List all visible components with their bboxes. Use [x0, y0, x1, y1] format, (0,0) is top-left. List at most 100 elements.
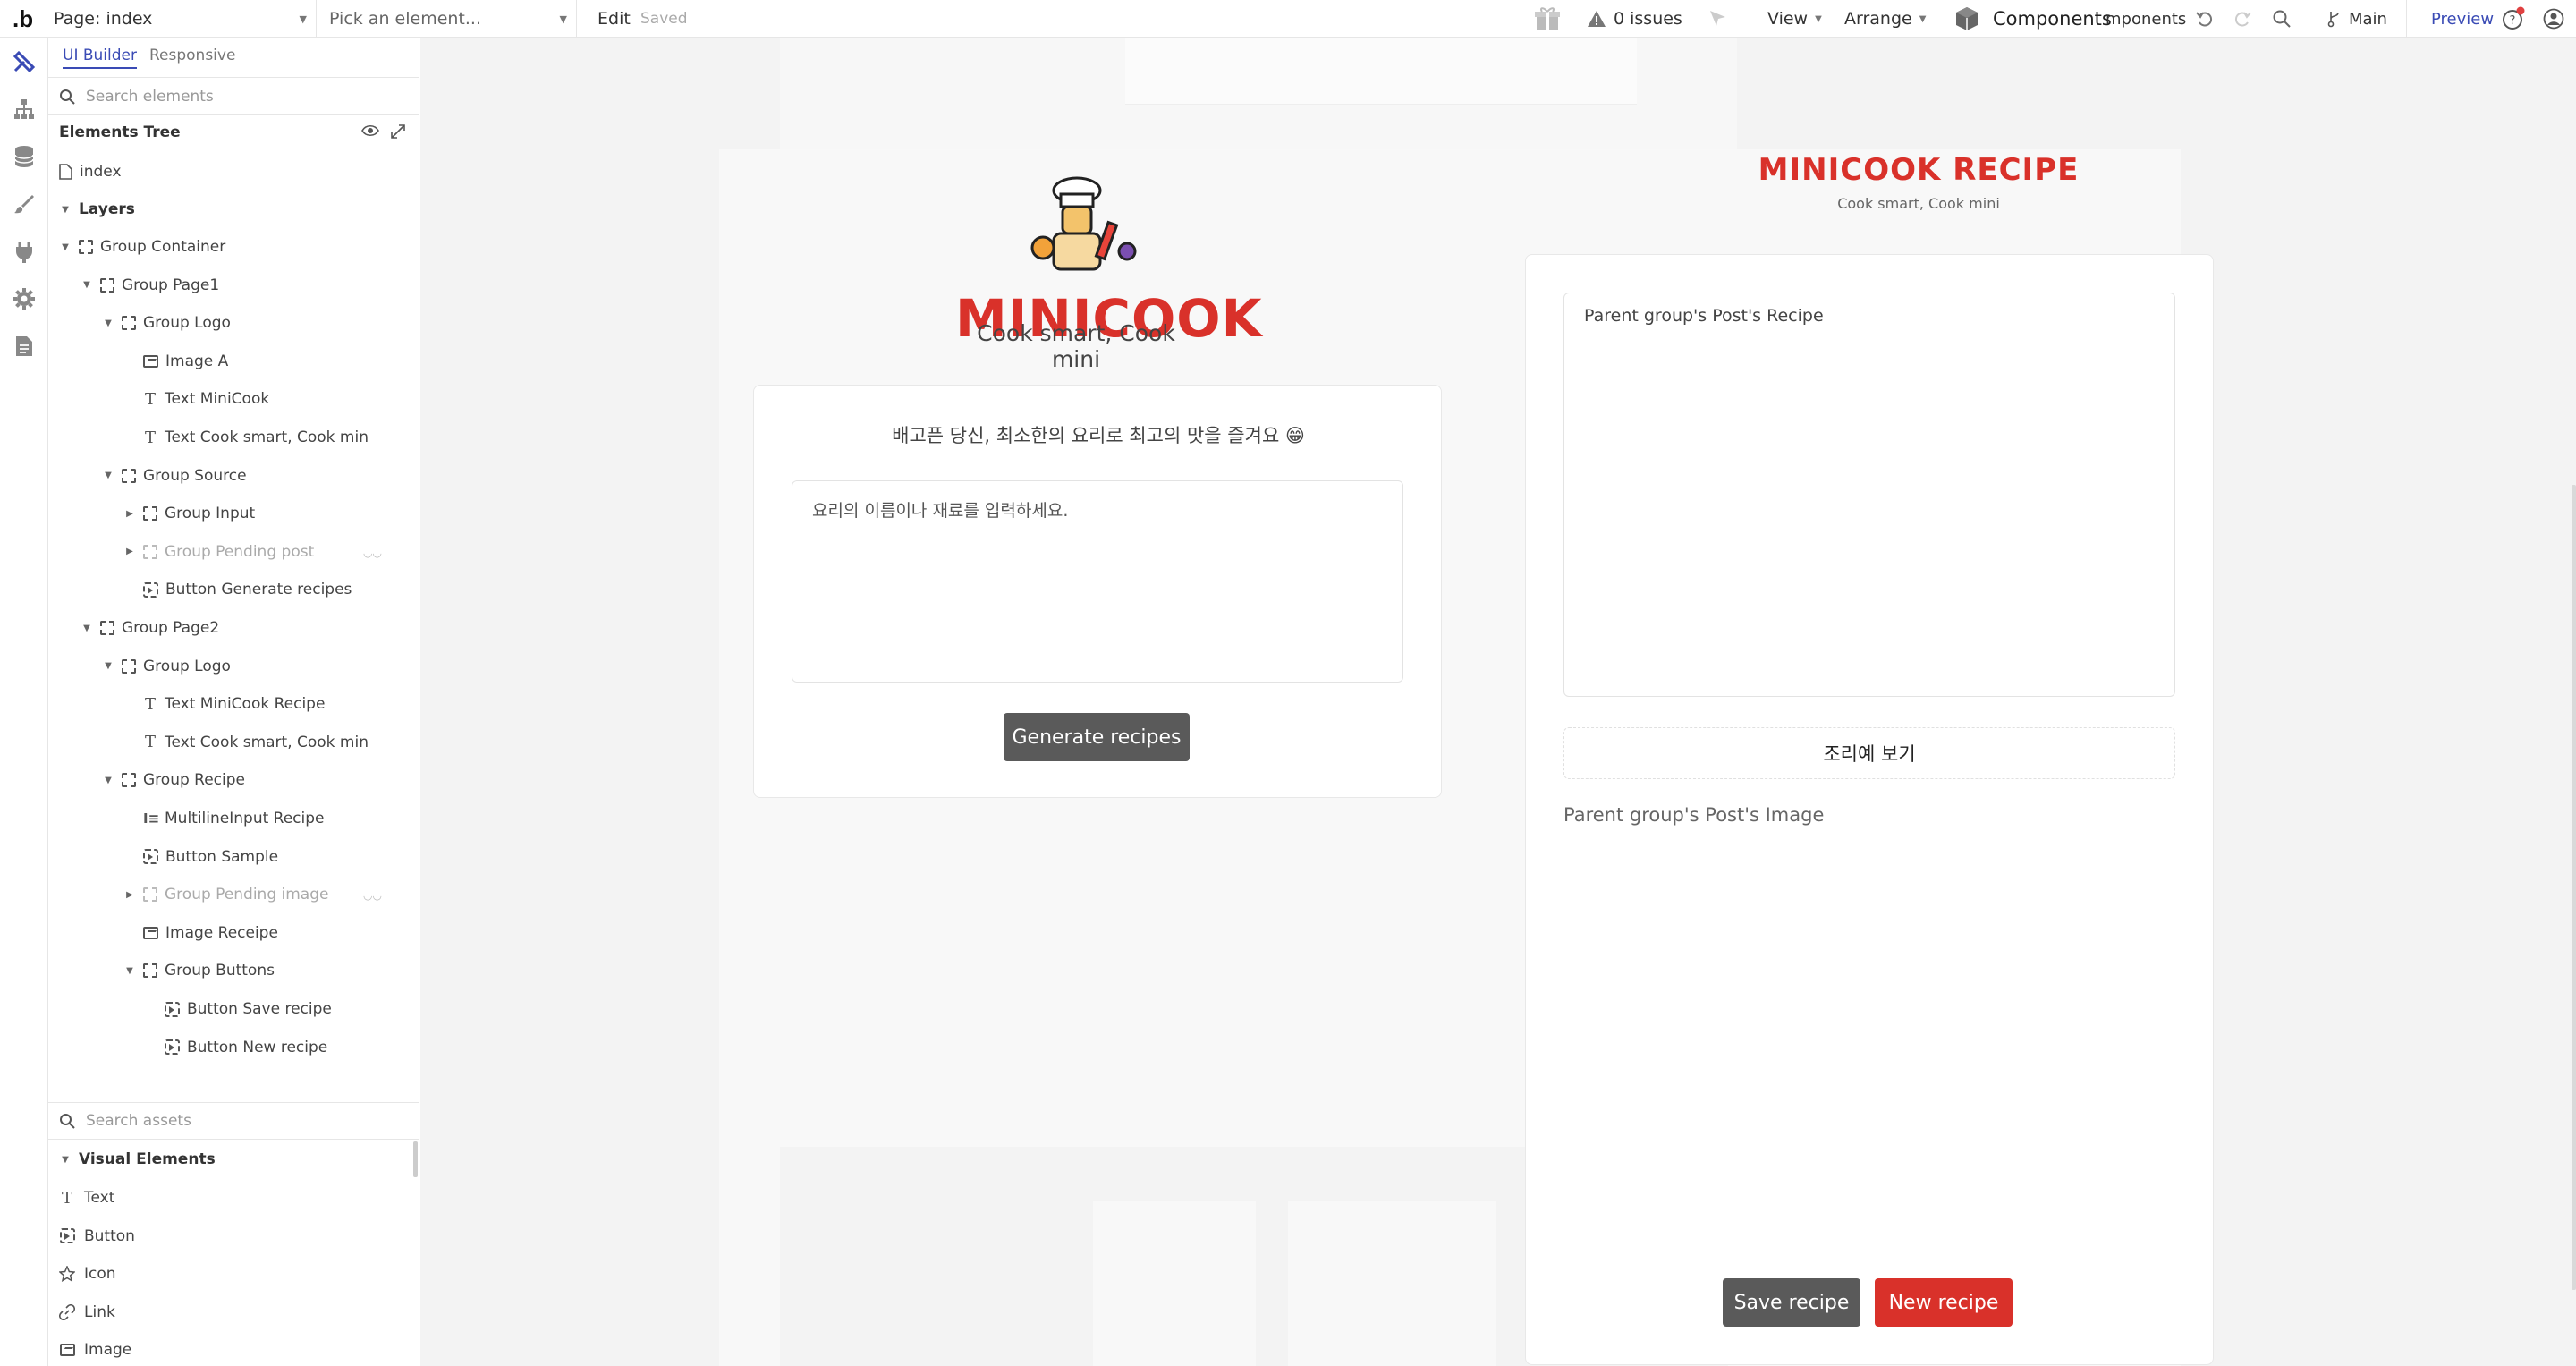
- editor-canvas[interactable]: MINICOOK Cook smart, Cook mini 배고픈 당신, 최…: [420, 38, 2576, 1366]
- tree-item-label: Group Logo: [143, 314, 231, 333]
- gift-icon[interactable]: [1531, 0, 1563, 38]
- tree-item[interactable]: T Text Cook smart, Cook min: [123, 730, 369, 755]
- tree-item[interactable]: ▼ Group Page2: [80, 615, 219, 641]
- tree-item-label: Text MiniCook: [165, 390, 270, 409]
- element-search[interactable]: Search elements: [59, 81, 412, 113]
- page-select[interactable]: Page: index ▼: [48, 0, 317, 38]
- top-toolbar: .b Page: index ▼ Pick an element... ▼ Ed…: [0, 0, 2576, 38]
- undo-icon[interactable]: [2191, 0, 2218, 38]
- edit-menu[interactable]: Edit: [597, 0, 631, 38]
- asset-search[interactable]: Search assets: [59, 1104, 412, 1138]
- text-icon: T: [144, 694, 156, 714]
- asset-item[interactable]: Button: [59, 1224, 135, 1249]
- element-select[interactable]: Pick an element... ▼: [322, 0, 577, 38]
- tree-item[interactable]: T Text Cook smart, Cook min: [123, 425, 369, 450]
- asset-item[interactable]: T Text: [59, 1185, 114, 1210]
- eye-icon[interactable]: [361, 123, 379, 142]
- tree-item[interactable]: ▼ Group Logo: [102, 310, 231, 335]
- settings-tab-icon[interactable]: [11, 285, 38, 312]
- tab-responsive[interactable]: Responsive: [149, 47, 235, 69]
- components-button[interactable]: Components: [1953, 0, 2112, 38]
- tree-item[interactable]: ▼ Group Logo: [102, 654, 231, 679]
- user-avatar-icon[interactable]: [2540, 0, 2567, 38]
- image-icon: [59, 1344, 75, 1357]
- asset-item-label: Text: [84, 1189, 115, 1207]
- canvas-scrollbar[interactable]: [2572, 485, 2576, 1290]
- group-icon: [122, 658, 136, 674]
- caret-right-icon[interactable]: ▶: [123, 890, 136, 900]
- arrange-menu[interactable]: Arrange ▼: [1844, 0, 1926, 38]
- recipe-input[interactable]: 요리의 이름이나 재료를 입력하세요.: [792, 480, 1403, 683]
- tree-item[interactable]: Image Receipe: [123, 921, 278, 946]
- asset-item-label: Button: [84, 1226, 135, 1245]
- tree-item[interactable]: Button Sample: [123, 844, 278, 870]
- save-recipe-button[interactable]: Save recipe: [1723, 1278, 1860, 1327]
- group-icon: [122, 773, 136, 788]
- tree-item[interactable]: ▼ Group Source: [102, 463, 246, 488]
- pointer-icon[interactable]: [1705, 0, 1732, 38]
- caret-down-icon[interactable]: ▼: [102, 661, 114, 671]
- generate-recipes-button[interactable]: Generate recipes: [1004, 713, 1190, 761]
- tree-item[interactable]: T Text MiniCook Recipe: [123, 691, 325, 717]
- caret-down-icon[interactable]: ▼: [59, 242, 72, 252]
- caret-down-icon[interactable]: ▼: [102, 471, 114, 480]
- branch-label: Main: [2349, 9, 2387, 29]
- design-tab-icon[interactable]: [11, 48, 38, 75]
- view-menu[interactable]: View ▼: [1767, 0, 1822, 38]
- tree-item[interactable]: ▼ Group Buttons: [123, 958, 275, 983]
- tree-item[interactable]: T Text MiniCook: [123, 386, 269, 411]
- caret-down-icon[interactable]: ▼: [123, 966, 136, 976]
- expand-icon[interactable]: [390, 123, 406, 144]
- visual-elements-section[interactable]: ▼ Visual Elements: [59, 1147, 216, 1172]
- tree-layers[interactable]: ▼ Layers: [59, 197, 135, 222]
- caret-right-icon[interactable]: ▶: [123, 547, 136, 556]
- branch-selector[interactable]: Main: [2327, 0, 2387, 38]
- new-recipe-button[interactable]: New recipe: [1875, 1278, 2012, 1327]
- tree-item[interactable]: Button Generate recipes: [123, 577, 352, 602]
- tree-item[interactable]: ▶ Group Pending image: [123, 882, 328, 907]
- hidden-eye-icon[interactable]: ◡◡: [363, 889, 382, 902]
- tree-item[interactable]: Button Save recipe: [145, 997, 332, 1022]
- tree-item-label: Button New recipe: [187, 1038, 328, 1056]
- group-icon: [100, 621, 114, 635]
- components-tab-partial[interactable]: mponents: [2106, 0, 2186, 38]
- asset-item[interactable]: Image: [59, 1337, 131, 1362]
- minicook-recipe-logo-text: MINICOOK RECIPE: [1758, 152, 2080, 188]
- element-search-input[interactable]: Search elements: [86, 88, 214, 106]
- redo-icon[interactable]: [2229, 0, 2256, 38]
- search-icon[interactable]: [2268, 0, 2295, 38]
- tree-item[interactable]: ▼ Group Recipe: [102, 768, 245, 793]
- sample-button[interactable]: 조리예 보기: [1563, 727, 2175, 779]
- asset-search-input[interactable]: Search assets: [86, 1112, 191, 1130]
- logs-tab-icon[interactable]: [11, 333, 38, 360]
- caret-down-icon[interactable]: ▼: [102, 776, 114, 785]
- help-icon[interactable]: ?: [2500, 0, 2527, 38]
- tree-item[interactable]: ▼ Group Page1: [80, 273, 219, 298]
- data-tab-icon[interactable]: [11, 143, 38, 170]
- tab-ui-builder[interactable]: UI Builder: [63, 47, 137, 69]
- recipe-output-field[interactable]: Parent group's Post's Recipe: [1563, 293, 2175, 697]
- tree-item[interactable]: ▶ Group Pending post: [123, 539, 314, 564]
- plugins-tab-icon[interactable]: [11, 238, 38, 265]
- caret-down-icon[interactable]: ▼: [80, 624, 93, 633]
- caret-down-icon[interactable]: ▼: [102, 318, 114, 328]
- tree-page-index[interactable]: index: [59, 159, 122, 184]
- tree-item[interactable]: Image A: [123, 349, 228, 374]
- asset-item[interactable]: Icon: [59, 1261, 116, 1286]
- tree-item[interactable]: I≡ MultilineInput Recipe: [123, 806, 324, 831]
- bubble-logo-icon[interactable]: .b: [13, 0, 36, 38]
- issues-indicator[interactable]: 0 issues: [1587, 0, 1682, 38]
- tree-item[interactable]: ▼ Group Container: [59, 234, 225, 259]
- asset-item[interactable]: Link: [59, 1300, 115, 1325]
- styles-tab-icon[interactable]: [11, 191, 38, 217]
- workflow-tab-icon[interactable]: [11, 96, 38, 123]
- tree-item[interactable]: Button New recipe: [145, 1035, 327, 1060]
- caret-right-icon[interactable]: ▶: [123, 509, 136, 519]
- tree-item[interactable]: ▶ Group Input: [123, 501, 255, 526]
- preview-button[interactable]: Preview: [2431, 0, 2494, 38]
- hidden-eye-icon[interactable]: ◡◡: [363, 547, 382, 559]
- tree-item-label: Group Page2: [122, 619, 220, 637]
- panel-scrollbar[interactable]: [413, 1141, 418, 1177]
- tree-item-label: Image A: [165, 352, 229, 370]
- caret-down-icon[interactable]: ▼: [80, 280, 93, 290]
